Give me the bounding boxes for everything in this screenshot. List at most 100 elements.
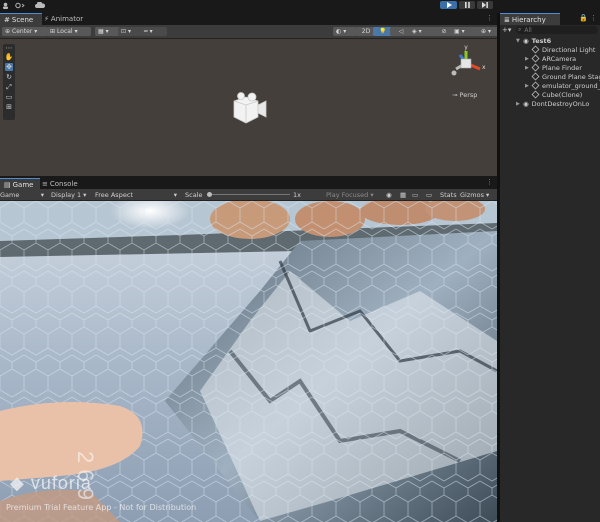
collab-icon[interactable] <box>14 1 26 9</box>
hierarchy-item-plane-finder[interactable]: ▶ Plane Finder <box>500 63 600 72</box>
panel-menu-icon[interactable]: ⋮ <box>486 178 493 186</box>
gameobject-icon <box>531 81 540 90</box>
rect-tool-icon[interactable]: ▭ <box>5 93 13 101</box>
persp-icon: ⊸ <box>452 91 458 99</box>
shading-icon: ◐ <box>336 28 342 35</box>
chevron-down-icon: ▾ <box>149 28 153 35</box>
pause-button[interactable] <box>459 1 475 9</box>
search-placeholder: All <box>524 26 532 34</box>
move-tool-icon[interactable]: ✥ <box>5 63 13 71</box>
chevron-down-icon: ▾ <box>461 28 465 35</box>
chevron-down-icon: ▾ <box>83 190 87 199</box>
mute-audio-icon[interactable]: ◉ <box>386 190 396 199</box>
tool-palette: ⋯ ✋ ✥ ↻ ⤢ ▭ ⊞ <box>3 44 15 120</box>
gizmos-dropdown[interactable]: Gizmos ▾ <box>460 190 496 199</box>
account-icon[interactable] <box>2 1 9 9</box>
hierarchy-item-dontdestroyonload[interactable]: ▶ ◉ DontDestroyOnLo <box>500 99 600 108</box>
draw-mode-dropdown[interactable]: ◐ ▾ <box>333 27 357 36</box>
maximize-icon[interactable]: ▭ <box>426 190 440 199</box>
projection-label[interactable]: ⊸ Persp <box>452 91 477 99</box>
scene-viewport[interactable]: y x ⊸ Persp <box>0 39 497 176</box>
vsync-icon[interactable]: ▭ <box>412 190 420 199</box>
chevron-down-icon: ▾ <box>418 28 422 35</box>
grip-handle[interactable]: ⋯ <box>5 44 13 52</box>
tab-console[interactable]: ≡ Console <box>38 178 86 189</box>
shortcuts-icon[interactable]: ▦ <box>400 190 408 199</box>
chevron-down-icon: ▾ <box>74 28 78 35</box>
lock-icon[interactable]: 🔒 <box>579 14 588 22</box>
chevron-down-icon: ▾ <box>485 190 490 199</box>
hierarchy-item-test6[interactable]: ▼ ◉ Test6 <box>500 36 600 45</box>
rotate-tool-icon[interactable]: ↻ <box>5 73 13 81</box>
gameobject-icon <box>531 54 540 63</box>
expand-arrow-icon[interactable]: ▼ <box>516 38 523 44</box>
game-viewport[interactable]: ◆ vuforia Premium Trial Feature App - No… <box>0 201 497 522</box>
effects-dropdown[interactable]: ◈ ▾ <box>409 27 437 36</box>
camera-icon: ▣ <box>454 28 460 35</box>
stats-toggle[interactable]: Stats <box>440 190 458 199</box>
effects-icon: ◈ <box>412 28 417 35</box>
unity-scene-icon: ◉ <box>523 36 529 45</box>
orientation-gizmo[interactable]: y x <box>444 43 488 83</box>
play-mode-dropdown[interactable]: Play Focused ▾ <box>326 190 380 199</box>
grid-visibility-button[interactable]: ═ ▾ <box>141 27 167 36</box>
step-button[interactable] <box>477 1 493 9</box>
hierarchy-list: ▼ ◉ Test6 Directional Light ▶ ARCamera ▶… <box>500 36 600 522</box>
ruler-icon: ═ <box>144 28 148 35</box>
aspect-dropdown[interactable]: Free Aspect ▾ <box>95 190 177 199</box>
chevron-down-icon: ▾ <box>34 28 38 35</box>
chevron-down-icon: ▾ <box>507 26 512 34</box>
chevron-down-icon: ▾ <box>40 190 44 199</box>
chevron-down-icon: ▾ <box>343 28 347 35</box>
scale-slider-handle[interactable] <box>207 192 212 197</box>
view-type-dropdown[interactable]: Game ▾ <box>0 190 44 199</box>
hierarchy-item-directional-light[interactable]: Directional Light <box>500 45 600 54</box>
game-toolbar: Game ▾ Display 1 ▾ Free Aspect ▾ Scale 1x P… <box>0 189 497 201</box>
expand-arrow-icon[interactable]: ▶ <box>516 101 523 107</box>
unity-scene-icon: ◉ <box>523 99 529 108</box>
snap-icon: ⊡ <box>121 28 127 35</box>
hierarchy-tab-bar: ≣ Hierarchy 🔒 ⋮ <box>500 13 600 26</box>
gizmo-axis-x-label: x <box>482 64 486 71</box>
cloud-icon[interactable] <box>34 1 46 9</box>
scale-tool-icon[interactable]: ⤢ <box>5 83 13 91</box>
hand-tool-icon[interactable]: ✋ <box>5 53 14 61</box>
scene-tab-icon: # <box>4 16 10 24</box>
scale-slider-track[interactable] <box>208 194 290 195</box>
hierarchy-item-ground-plane-stage[interactable]: Ground Plane Stag <box>500 72 600 81</box>
chevron-down-icon: ▾ <box>370 190 374 199</box>
grid-icon: ▦ <box>98 28 104 35</box>
light-bulb-icon: 💡 <box>379 28 387 35</box>
hierarchy-item-arcamera[interactable]: ▶ ARCamera <box>500 54 600 63</box>
chevron-down-icon: ▾ <box>488 28 492 35</box>
display-dropdown[interactable]: Display 1 ▾ <box>51 190 91 199</box>
gameobject-icon <box>531 45 540 54</box>
game-tab-bar: ▤ Game ≡ Console ⋮ <box>0 178 497 190</box>
eye-slash-icon: ⊘ <box>441 28 447 35</box>
animator-tab-icon: ⚡ <box>44 15 49 23</box>
search-icon: ⌕ <box>518 26 522 33</box>
gizmo-globe-icon: ⊕ <box>481 28 487 35</box>
hierarchy-search-field[interactable]: ⌕ All <box>516 26 598 34</box>
create-dropdown[interactable]: +▾ <box>502 26 511 34</box>
game-tab-icon: ▤ <box>4 180 11 189</box>
pivot-icon: ⊕ <box>5 28 11 35</box>
camera-gizmo-icon[interactable] <box>228 91 270 127</box>
panel-menu-icon[interactable]: ⋮ <box>486 14 493 22</box>
hierarchy-item-emulator-ground-plane[interactable]: ▶ emulator_ground_p <box>500 81 600 90</box>
space-dropdown[interactable]: ⊞ Local ▾ <box>47 27 91 36</box>
tab-animator[interactable]: ⚡ Animator <box>40 13 94 25</box>
pivot-dropdown[interactable]: ⊕ Center ▾ <box>2 27 48 36</box>
hierarchy-item-cube-clone[interactable]: Cube(Clone) <box>500 90 600 99</box>
play-button[interactable] <box>440 1 457 9</box>
camera-settings-dropdown[interactable]: ▣ ▾ <box>451 27 481 36</box>
watermark-text: Premium Trial Feature App - Not for Dist… <box>6 503 197 512</box>
chevron-down-icon: ▾ <box>105 28 109 35</box>
main-toolbar <box>0 0 600 10</box>
scale-label: Scale <box>185 190 203 199</box>
vuforia-logo-icon: ◆ <box>10 473 25 493</box>
transform-tool-icon[interactable]: ⊞ <box>5 103 13 111</box>
gameobject-icon <box>531 63 540 72</box>
local-icon: ⊞ <box>50 28 56 35</box>
panel-menu-icon[interactable]: ⋮ <box>590 14 597 22</box>
